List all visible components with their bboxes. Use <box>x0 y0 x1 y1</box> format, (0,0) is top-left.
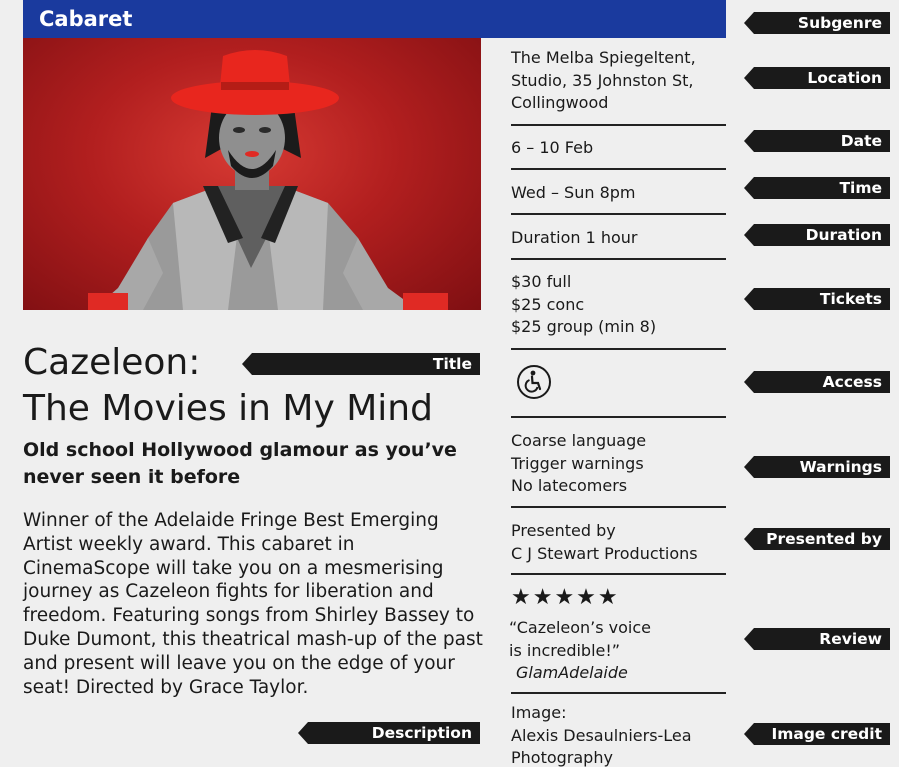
divider <box>511 416 726 418</box>
divider <box>511 573 726 575</box>
divider <box>511 506 726 508</box>
presented-by-label: Presented by <box>511 521 616 540</box>
ticket-price-full: $30 full <box>511 272 572 291</box>
image-credit-name: Alexis Desaulniers-Lea <box>511 725 692 745</box>
location-line-3: Collingwood <box>511 93 609 112</box>
review-stars: ★★★★★ <box>511 585 620 610</box>
info-tickets: $30 full $25 conc $25 group (min 8) <box>511 271 726 339</box>
divider <box>511 692 726 694</box>
location-line-2: Studio, 35 Johnston St, <box>511 70 694 90</box>
wheelchair-access-icon <box>517 365 551 399</box>
tag-description: Description <box>298 722 480 744</box>
tag-warnings: Warnings <box>744 456 890 478</box>
review-quote-line-2: is incredible!” <box>509 640 621 660</box>
info-duration: Duration 1 hour <box>511 228 638 247</box>
ticket-price-group: $25 group (min 8) <box>511 317 657 336</box>
tag-time: Time <box>744 177 890 199</box>
review-source: GlamAdelaide <box>516 663 628 682</box>
divider <box>511 258 726 260</box>
warning-item: Coarse language <box>511 431 647 450</box>
warning-item: Trigger warnings <box>511 453 644 473</box>
tag-duration: Duration <box>744 224 890 246</box>
review-quote-line-1: “Cazeleon’s voice <box>509 618 652 637</box>
hero-photo <box>23 38 481 310</box>
warning-item: No latecomers <box>511 476 628 495</box>
location-line-1: The Melba Spiegeltent, <box>511 48 696 67</box>
show-description: Winner of the Adelaide Fringe Best Emerg… <box>23 510 483 698</box>
image-credit-label: Image: <box>511 703 567 722</box>
tag-presented-by: Presented by <box>744 528 890 550</box>
tag-subgenre: Subgenre <box>744 12 890 34</box>
image-credit-company: Photography <box>511 748 613 767</box>
subgenre-bar: Cabaret <box>23 0 726 38</box>
tag-title: Title <box>242 353 480 375</box>
title-line-2: The Movies in My Mind <box>23 388 433 429</box>
divider <box>511 168 726 170</box>
info-warnings: Coarse language Trigger warnings No late… <box>511 430 726 498</box>
divider <box>511 348 726 350</box>
info-location: The Melba Spiegeltent, Studio, 35 Johnst… <box>511 47 726 115</box>
tag-access: Access <box>744 371 890 393</box>
review-quote: “Cazeleon’s voice is incredible!” GlamAd… <box>509 617 724 685</box>
tag-image-credit: Image credit <box>744 723 890 745</box>
info-image-credit: Image: Alexis Desaulniers-Lea Photograph… <box>511 702 726 767</box>
divider <box>511 213 726 215</box>
ticket-price-conc: $25 conc <box>511 294 585 314</box>
tag-location: Location <box>744 67 890 89</box>
info-time: Wed – Sun 8pm <box>511 183 636 202</box>
tag-review: Review <box>744 628 890 650</box>
subgenre-label: Cabaret <box>39 7 133 31</box>
performer-illustration <box>88 50 448 310</box>
info-presented-by: Presented by C J Stewart Productions <box>511 520 726 565</box>
tag-date: Date <box>744 130 890 152</box>
tag-tickets: Tickets <box>744 288 890 310</box>
divider <box>511 124 726 126</box>
presenter-name: C J Stewart Productions <box>511 543 698 563</box>
show-subtitle: Old school Hollywood glamour as you’ve n… <box>23 439 457 488</box>
info-date: 6 – 10 Feb <box>511 138 594 157</box>
